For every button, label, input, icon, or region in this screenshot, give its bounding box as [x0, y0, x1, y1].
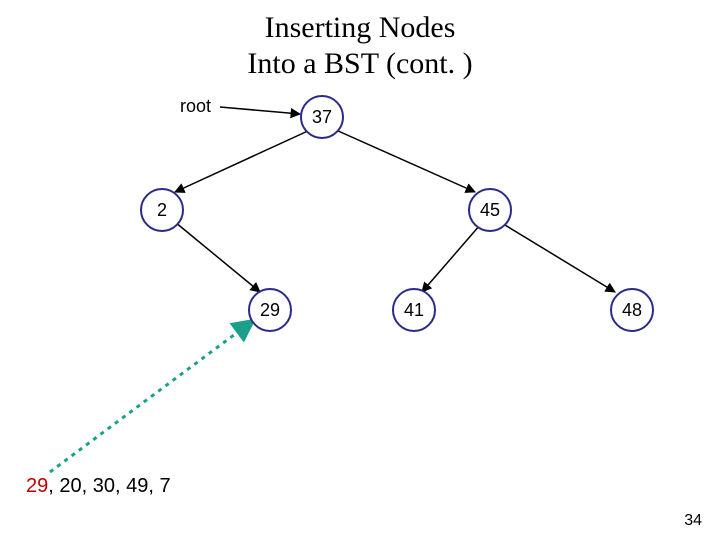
edge-45-48 [505, 225, 615, 292]
node-37: 37 [300, 95, 344, 139]
node-41: 41 [392, 288, 436, 332]
node-45-value: 45 [480, 200, 500, 221]
root-label: root [180, 96, 211, 117]
node-45: 45 [468, 188, 512, 232]
node-2-value: 2 [157, 200, 167, 221]
edge-45-41 [422, 225, 480, 292]
node-48-value: 48 [622, 300, 642, 321]
edge-37-45 [336, 130, 475, 192]
node-37-value: 37 [312, 107, 332, 128]
edge-root-37 [220, 107, 300, 114]
sequence-highlight: 29 [26, 475, 48, 497]
node-29-value: 29 [260, 300, 280, 321]
highlight-arrow [50, 320, 254, 472]
page-number: 34 [684, 512, 702, 530]
node-29: 29 [248, 288, 292, 332]
edge-2-29 [175, 222, 260, 292]
node-48: 48 [610, 288, 654, 332]
edge-37-2 [175, 130, 310, 192]
title-line-1: Inserting Nodes [265, 11, 456, 44]
title-line-2: Into a BST (cont. ) [247, 47, 472, 80]
insertion-sequence: 29, 20, 30, 49, 7 [26, 475, 171, 498]
node-41-value: 41 [404, 300, 424, 321]
node-2: 2 [140, 188, 184, 232]
slide-title: Inserting Nodes Into a BST (cont. ) [0, 0, 720, 82]
sequence-rest: , 20, 30, 49, 7 [48, 475, 170, 497]
